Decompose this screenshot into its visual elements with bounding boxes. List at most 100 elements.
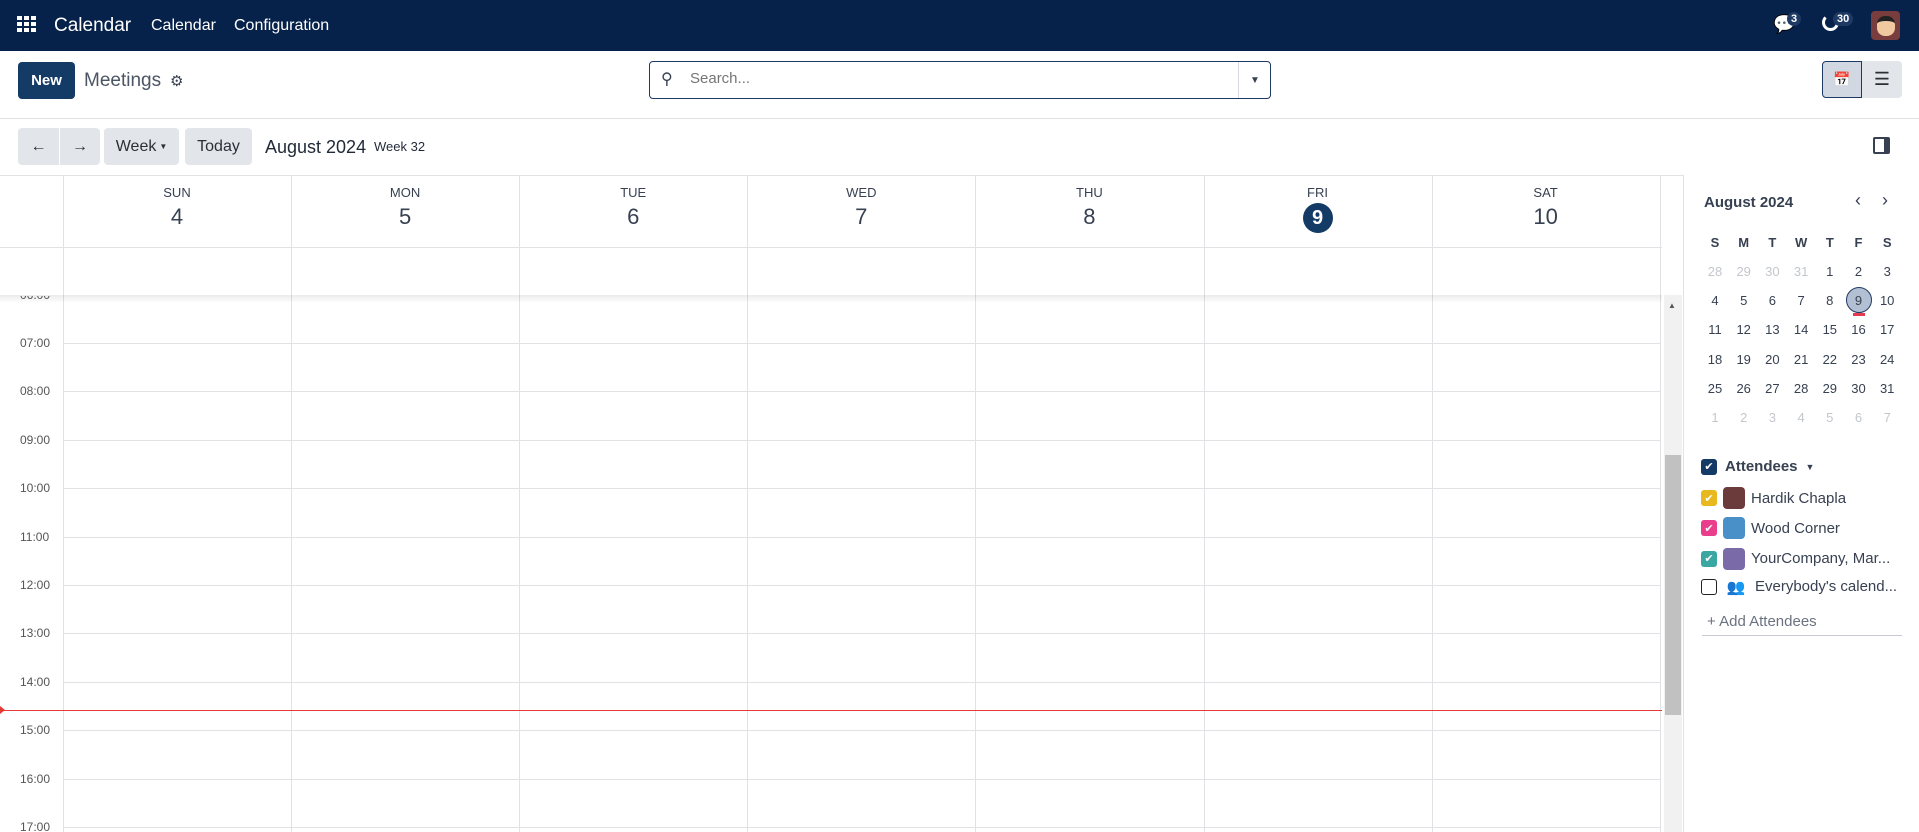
hour-line xyxy=(63,391,1660,393)
sidebar-toggle-icon[interactable] xyxy=(1873,137,1890,154)
calendar-view-button[interactable]: 📅 xyxy=(1822,61,1862,98)
today-button[interactable]: Today xyxy=(185,128,252,165)
hour-label: 08:00 xyxy=(20,384,51,399)
day-number[interactable]: 6 xyxy=(519,204,747,230)
hour-line xyxy=(63,633,1660,635)
attendee-filter-item[interactable]: ✔ Wood Corner xyxy=(1701,517,1840,540)
mini-day[interactable]: 23 xyxy=(1845,352,1873,367)
attendee-checkbox[interactable]: ✔ xyxy=(1701,520,1717,537)
mini-day[interactable]: 5 xyxy=(1816,410,1844,425)
all-day-cell[interactable] xyxy=(519,247,747,295)
all-day-cell[interactable] xyxy=(975,247,1203,295)
next-button[interactable]: → xyxy=(60,128,100,165)
gear-icon[interactable]: ⚙ xyxy=(170,72,183,90)
add-attendees-link[interactable]: + Add Attendees xyxy=(1707,613,1817,630)
scrollbar-thumb[interactable] xyxy=(1665,455,1681,715)
menu-configuration[interactable]: Configuration xyxy=(234,17,329,35)
mini-day[interactable]: 2 xyxy=(1845,264,1873,279)
mini-day[interactable]: 29 xyxy=(1816,381,1844,396)
mini-day[interactable]: 6 xyxy=(1845,410,1873,425)
mini-day[interactable]: 22 xyxy=(1816,352,1844,367)
scale-dropdown[interactable]: Week ▼ xyxy=(104,128,179,165)
mini-day[interactable]: 13 xyxy=(1758,322,1786,337)
mini-day[interactable]: 24 xyxy=(1873,352,1901,367)
mini-day[interactable]: 8 xyxy=(1816,293,1844,308)
day-number[interactable]: 8 xyxy=(975,204,1203,230)
mini-day[interactable]: 9 xyxy=(1845,293,1873,308)
mini-day[interactable]: 12 xyxy=(1730,322,1758,337)
mini-day[interactable]: 31 xyxy=(1787,264,1815,279)
mini-day[interactable]: 1 xyxy=(1816,264,1844,279)
search-dropdown-toggle[interactable]: ▼ xyxy=(1238,62,1271,98)
hour-line xyxy=(63,585,1660,586)
mini-day[interactable]: 18 xyxy=(1701,352,1729,367)
mini-day[interactable]: 10 xyxy=(1873,293,1901,308)
arrow-left-icon: ← xyxy=(30,137,47,155)
attendee-checkbox[interactable]: ✔ xyxy=(1701,490,1717,506)
day-number[interactable]: 4 xyxy=(63,204,291,230)
caret-down-icon[interactable]: ▼ xyxy=(1806,462,1815,472)
mini-day[interactable]: 14 xyxy=(1787,322,1815,337)
all-day-cell[interactable] xyxy=(1204,247,1432,295)
scrollbar[interactable]: ▲ xyxy=(1664,295,1682,832)
mini-day[interactable]: 3 xyxy=(1758,410,1786,425)
day-number[interactable]: 5 xyxy=(291,204,519,230)
attendees-header[interactable]: ✔ Attendees ▼ xyxy=(1701,458,1814,475)
all-day-cell[interactable] xyxy=(747,247,975,295)
new-button[interactable]: New xyxy=(18,62,75,99)
mini-day[interactable]: 31 xyxy=(1873,381,1901,396)
mini-day[interactable]: 11 xyxy=(1701,322,1729,337)
mini-day[interactable]: 28 xyxy=(1787,381,1815,396)
today-day-number[interactable]: 9 xyxy=(1302,203,1333,233)
mini-day[interactable]: 30 xyxy=(1758,264,1786,279)
messages-button[interactable]: 💬 3 xyxy=(1773,12,1802,35)
mini-day[interactable]: 7 xyxy=(1787,293,1815,308)
attendee-checkbox[interactable]: ✔ xyxy=(1701,550,1717,567)
activities-button[interactable]: 30 xyxy=(1822,12,1854,36)
user-avatar[interactable] xyxy=(1871,11,1900,40)
mini-day[interactable]: 7 xyxy=(1873,410,1901,425)
column-divider xyxy=(1659,175,1661,832)
mini-day[interactable]: 28 xyxy=(1701,264,1729,279)
menu-calendar[interactable]: Calendar xyxy=(151,17,216,35)
mini-day[interactable]: 15 xyxy=(1816,322,1844,337)
day-of-week-label: SAT xyxy=(1533,185,1558,200)
search-input[interactable] xyxy=(690,70,1210,87)
attendee-filter-item[interactable]: 👥 Everybody's calend... xyxy=(1701,578,1897,596)
mini-weekday-header: T xyxy=(1768,235,1777,250)
mini-day[interactable]: 4 xyxy=(1701,293,1729,308)
scroll-up-icon[interactable]: ▲ xyxy=(1668,301,1676,310)
mini-day[interactable]: 2 xyxy=(1730,410,1758,425)
mini-day[interactable]: 30 xyxy=(1845,381,1873,396)
app-title[interactable]: Calendar xyxy=(54,15,131,37)
mini-day[interactable]: 25 xyxy=(1701,381,1729,396)
mini-day[interactable]: 19 xyxy=(1730,352,1758,367)
list-view-button[interactable]: ☰ xyxy=(1862,61,1902,98)
mini-day[interactable]: 6 xyxy=(1758,293,1786,308)
mini-day[interactable]: 21 xyxy=(1787,352,1815,367)
day-number[interactable]: 10 xyxy=(1432,204,1660,230)
all-day-cell[interactable] xyxy=(63,247,291,295)
attendees-checkbox[interactable]: ✔ xyxy=(1701,458,1717,475)
attendee-filter-item[interactable]: ✔ YourCompany, Mar... xyxy=(1701,547,1890,570)
all-day-cell[interactable] xyxy=(291,247,519,295)
mini-prev-month-icon[interactable]: ‹ xyxy=(1855,190,1861,211)
mini-day[interactable]: 27 xyxy=(1758,381,1786,396)
attendee-checkbox[interactable] xyxy=(1701,578,1717,595)
mini-day[interactable]: 1 xyxy=(1701,410,1729,425)
mini-day[interactable]: 26 xyxy=(1730,381,1758,396)
attendee-filter-item[interactable]: ✔ Hardik Chapla xyxy=(1701,487,1846,509)
mini-next-month-icon[interactable]: › xyxy=(1882,190,1888,211)
apps-menu-icon[interactable] xyxy=(17,16,36,32)
mini-day[interactable]: 4 xyxy=(1787,410,1815,425)
mini-day[interactable]: 29 xyxy=(1730,264,1758,279)
mini-day[interactable]: 17 xyxy=(1873,322,1901,337)
mini-day[interactable]: 3 xyxy=(1873,264,1901,279)
previous-button[interactable]: ← xyxy=(18,128,59,165)
all-day-cell[interactable] xyxy=(1432,247,1660,295)
mini-day[interactable]: 16 xyxy=(1845,322,1873,337)
mini-day[interactable]: 20 xyxy=(1758,352,1786,367)
activities-badge: 30 xyxy=(1833,12,1854,26)
mini-day[interactable]: 5 xyxy=(1730,293,1758,308)
day-number[interactable]: 7 xyxy=(747,204,975,230)
